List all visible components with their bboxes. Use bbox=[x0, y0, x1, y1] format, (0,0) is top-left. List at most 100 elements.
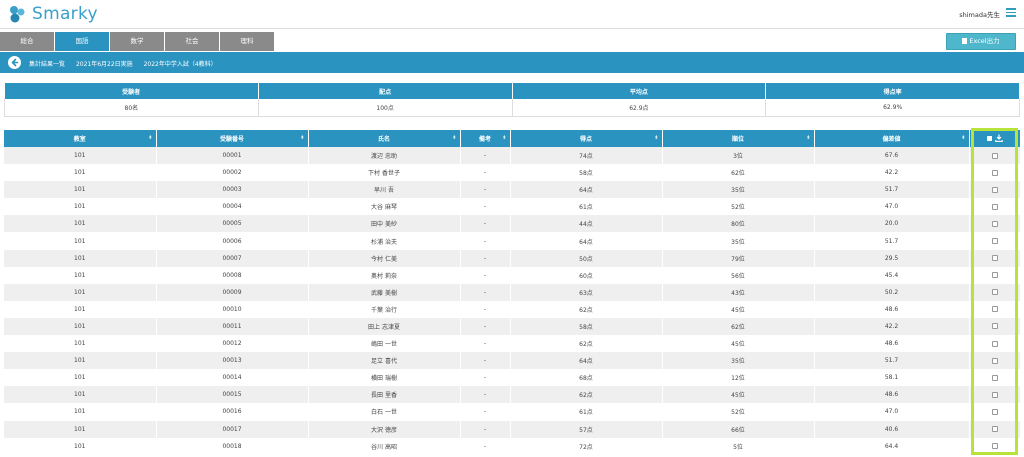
row-exam-number: 00003 bbox=[156, 181, 309, 199]
row-score: 62点 bbox=[510, 300, 663, 318]
column-header-score[interactable]: 得点 ⬍ bbox=[510, 130, 663, 147]
download-icon[interactable] bbox=[994, 134, 1003, 143]
table-row: 101 00016 白石 一世 -61点 52位 47.0 bbox=[4, 403, 1021, 421]
row-select-cell bbox=[969, 317, 1021, 336]
table-row: 101 00009 武藤 美樹 -63点 43位 50.2 bbox=[4, 283, 1021, 301]
row-deviation: 20.0 bbox=[814, 215, 970, 233]
row-checkbox[interactable] bbox=[991, 289, 998, 296]
row-select-cell bbox=[969, 266, 1021, 284]
row-select-cell bbox=[969, 198, 1021, 216]
row-checkbox[interactable] bbox=[991, 152, 998, 159]
row-exam-number: 00013 bbox=[156, 352, 309, 370]
sort-icon[interactable]: ⬍ bbox=[961, 135, 965, 141]
summary-header-max-score: 配点 bbox=[258, 83, 513, 99]
column-header-deviation[interactable]: 偏差値 ⬍ bbox=[814, 130, 970, 147]
summary-header-examinees: 受験者 bbox=[4, 83, 259, 99]
row-checkbox[interactable] bbox=[991, 238, 998, 245]
table-row: 101 00003 早川 吾 -64点 35位 51.7 bbox=[4, 181, 1021, 199]
row-checkbox[interactable] bbox=[991, 357, 998, 364]
sort-icon[interactable]: ⬍ bbox=[452, 135, 456, 141]
row-notes: - bbox=[460, 386, 511, 404]
breadcrumb-bar: 集計結果一覧 2021年6月22日実施 2022年中学入試（4教科） bbox=[0, 52, 1024, 73]
row-notes: - bbox=[460, 266, 511, 284]
sort-icon[interactable]: ⬍ bbox=[806, 135, 810, 141]
row-notes: - bbox=[460, 198, 511, 216]
row-checkbox[interactable] bbox=[991, 323, 998, 330]
row-deviation: 58.1 bbox=[814, 369, 970, 387]
row-score: 50点 bbox=[510, 249, 663, 267]
sort-icon[interactable]: ⬍ bbox=[300, 135, 304, 141]
back-arrow-icon[interactable] bbox=[8, 56, 21, 69]
row-deviation: 29.5 bbox=[814, 249, 970, 267]
row-checkbox[interactable] bbox=[991, 220, 998, 227]
row-score: 61点 bbox=[510, 198, 663, 216]
tab-japanese[interactable]: 国語 bbox=[55, 32, 109, 51]
summary-header-rate: 得点率 bbox=[765, 83, 1020, 99]
column-header-notes[interactable]: 備考 ⬍ bbox=[460, 130, 511, 147]
tab-science[interactable]: 理科 bbox=[220, 32, 274, 51]
breadcrumb: 集計結果一覧 2021年6月22日実施 2022年中学入試（4教科） bbox=[29, 59, 226, 68]
row-checkbox[interactable] bbox=[991, 203, 998, 210]
row-checkbox[interactable] bbox=[991, 186, 998, 193]
column-header-rank[interactable]: 順位 ⬍ bbox=[662, 130, 815, 147]
column-header-name[interactable]: 氏名 ⬍ bbox=[308, 130, 461, 147]
row-rank: 52位 bbox=[662, 403, 815, 421]
summary-value-rate: 62.9% bbox=[765, 99, 1020, 117]
excel-export-button[interactable]: Excel出力 bbox=[946, 33, 1016, 50]
sort-icon[interactable]: ⬍ bbox=[654, 135, 658, 141]
row-classroom: 101 bbox=[4, 181, 157, 199]
row-name: 田中 美紗 bbox=[308, 215, 461, 233]
row-classroom: 101 bbox=[4, 437, 157, 455]
row-checkbox[interactable] bbox=[991, 272, 998, 279]
select-all-checkbox-icon[interactable] bbox=[986, 135, 992, 141]
user-name[interactable]: shimada先生 bbox=[959, 9, 1000, 19]
row-rank: 3位 bbox=[662, 147, 815, 165]
row-checkbox[interactable] bbox=[991, 255, 998, 262]
sort-icon[interactable]: ⬍ bbox=[502, 135, 506, 141]
row-checkbox[interactable] bbox=[991, 408, 998, 415]
row-score: 58点 bbox=[510, 164, 663, 182]
column-header-classroom[interactable]: 教室 ⬍ bbox=[4, 130, 157, 147]
row-select-cell bbox=[969, 215, 1021, 233]
row-checkbox[interactable] bbox=[991, 169, 998, 176]
row-score: 57点 bbox=[510, 420, 663, 438]
row-notes: - bbox=[460, 215, 511, 233]
hamburger-menu-icon[interactable] bbox=[1006, 8, 1016, 17]
row-score: 58点 bbox=[510, 317, 663, 336]
sort-icon[interactable]: ⬍ bbox=[148, 135, 152, 141]
row-classroom: 101 bbox=[4, 403, 157, 421]
row-checkbox[interactable] bbox=[991, 443, 998, 450]
tab-math[interactable]: 数学 bbox=[110, 32, 164, 51]
logo[interactable]: Smarky bbox=[6, 4, 98, 24]
row-rank: 35位 bbox=[662, 352, 815, 370]
tab-total[interactable]: 総合 bbox=[0, 32, 54, 51]
summary-value-examinees: 80名 bbox=[4, 99, 259, 117]
row-checkbox[interactable] bbox=[991, 426, 998, 433]
row-classroom: 101 bbox=[4, 266, 157, 284]
row-exam-number: 00004 bbox=[156, 198, 309, 216]
row-classroom: 101 bbox=[4, 232, 157, 250]
row-notes: - bbox=[460, 369, 511, 387]
row-rank: 52位 bbox=[662, 198, 815, 216]
row-checkbox[interactable] bbox=[991, 391, 998, 398]
tab-social[interactable]: 社会 bbox=[165, 32, 219, 51]
column-header-exam-number[interactable]: 受験番号 ⬍ bbox=[156, 130, 309, 147]
row-checkbox[interactable] bbox=[991, 306, 998, 313]
row-rank: 80位 bbox=[662, 215, 815, 233]
row-name: 武藤 美樹 bbox=[308, 283, 461, 301]
row-classroom: 101 bbox=[4, 386, 157, 404]
row-exam-number: 00006 bbox=[156, 232, 309, 250]
row-rank: 62位 bbox=[662, 317, 815, 336]
table-row: 101 00011 田上 志津夏 -58点 62位 42.2 bbox=[4, 317, 1021, 336]
row-checkbox[interactable] bbox=[991, 340, 998, 347]
table-row: 101 00017 大沢 徳彦 -57点 66位 40.6 bbox=[4, 420, 1021, 438]
row-name: 長田 里香 bbox=[308, 386, 461, 404]
row-notes: - bbox=[460, 420, 511, 438]
row-checkbox[interactable] bbox=[991, 374, 998, 381]
table-row: 101 00012 嶋田 一世 -62点 45位 48.6 bbox=[4, 335, 1021, 353]
subject-tabs: 総合 国語 数学 社会 理科 bbox=[0, 32, 275, 51]
row-classroom: 101 bbox=[4, 215, 157, 233]
row-exam-number: 00011 bbox=[156, 317, 309, 336]
row-exam-number: 00016 bbox=[156, 403, 309, 421]
row-score: 74点 bbox=[510, 147, 663, 165]
